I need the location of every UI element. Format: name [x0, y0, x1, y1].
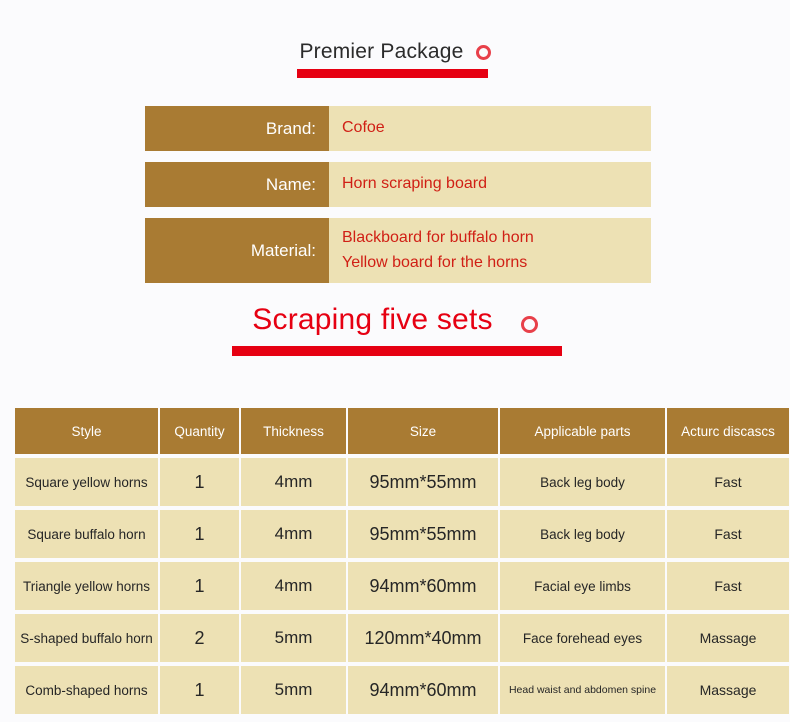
spec-value-brand-line-1: Cofoe	[342, 119, 385, 137]
ring-icon	[520, 315, 538, 333]
scraping-five-sets-underline	[232, 346, 562, 356]
cell-parts: Facial eye limbs	[500, 562, 665, 610]
column-header-parts: Applicable parts	[500, 408, 665, 454]
cell-parts: Back leg body	[500, 458, 665, 506]
spec-row-material: Material: Blackboard for buffalo horn Ye…	[145, 218, 651, 283]
cell-size: 120mm*40mm	[348, 614, 498, 662]
cell-style: Comb-shaped horns	[15, 666, 158, 714]
spec-row-name: Name: Horn scraping board	[145, 162, 651, 207]
scraping-five-sets-heading: Scraping five sets	[0, 303, 790, 337]
table-row: Square buffalo horn 1 4mm 95mm*55mm Back…	[15, 510, 789, 558]
cell-action: Fast	[667, 562, 789, 610]
spec-label-material: Material:	[145, 218, 329, 283]
premier-package-heading-row: Premier Package	[299, 40, 491, 64]
cell-quantity: 2	[160, 614, 239, 662]
ring-icon	[475, 44, 491, 60]
column-header-size: Size	[348, 408, 498, 454]
cell-parts: Face forehead eyes	[500, 614, 665, 662]
cell-style: S-shaped buffalo horn	[15, 614, 158, 662]
column-header-quantity: Quantity	[160, 408, 239, 454]
scraping-sets-table: Style Quantity Thickness Size Applicable…	[13, 404, 790, 718]
cell-style: Square yellow horns	[15, 458, 158, 506]
spec-value-brand: Cofoe	[329, 106, 651, 151]
cell-thickness: 5mm	[241, 614, 346, 662]
cell-size: 95mm*55mm	[348, 458, 498, 506]
cell-quantity: 1	[160, 458, 239, 506]
scraping-five-sets-heading-row: Scraping five sets	[252, 303, 538, 337]
spec-value-material-line-2: Yellow board for the horns	[342, 253, 528, 271]
table-row: S-shaped buffalo horn 2 5mm 120mm*40mm F…	[15, 614, 789, 662]
table-header-row: Style Quantity Thickness Size Applicable…	[15, 408, 789, 454]
cell-quantity: 1	[160, 562, 239, 610]
column-header-thickness: Thickness	[241, 408, 346, 454]
product-spec-table: Brand: Cofoe Name: Horn scraping board M…	[145, 106, 651, 294]
cell-thickness: 4mm	[241, 510, 346, 558]
premier-package-underline	[297, 69, 488, 78]
cell-parts: Back leg body	[500, 510, 665, 558]
spec-label-brand: Brand:	[145, 106, 329, 151]
cell-thickness: 4mm	[241, 458, 346, 506]
premier-package-heading: Premier Package	[0, 40, 790, 64]
spec-value-name: Horn scraping board	[329, 162, 651, 207]
premier-package-title: Premier Package	[299, 40, 464, 63]
table-row: Square yellow horns 1 4mm 95mm*55mm Back…	[15, 458, 789, 506]
spec-value-material-line-1: Blackboard for buffalo horn	[342, 228, 534, 246]
cell-quantity: 1	[160, 510, 239, 558]
table-row: Comb-shaped horns 1 5mm 94mm*60mm Head w…	[15, 666, 789, 714]
spec-value-name-line-1: Horn scraping board	[342, 175, 487, 193]
spec-label-name: Name:	[145, 162, 329, 207]
column-header-style: Style	[15, 408, 158, 454]
cell-action: Fast	[667, 458, 789, 506]
table-row: Triangle yellow horns 1 4mm 94mm*60mm Fa…	[15, 562, 789, 610]
cell-thickness: 4mm	[241, 562, 346, 610]
cell-parts: Head waist and abdomen spine	[500, 666, 665, 714]
column-header-action: Acturc discascs	[667, 408, 789, 454]
cell-style: Triangle yellow horns	[15, 562, 158, 610]
cell-size: 95mm*55mm	[348, 510, 498, 558]
cell-action: Fast	[667, 510, 789, 558]
cell-quantity: 1	[160, 666, 239, 714]
cell-action: Massage	[667, 666, 789, 714]
spec-row-brand: Brand: Cofoe	[145, 106, 651, 151]
cell-size: 94mm*60mm	[348, 666, 498, 714]
cell-size: 94mm*60mm	[348, 562, 498, 610]
cell-action: Massage	[667, 614, 789, 662]
spec-value-material: Blackboard for buffalo horn Yellow board…	[329, 218, 651, 283]
scraping-five-sets-title: Scraping five sets	[252, 303, 493, 336]
cell-style: Square buffalo horn	[15, 510, 158, 558]
cell-thickness: 5mm	[241, 666, 346, 714]
